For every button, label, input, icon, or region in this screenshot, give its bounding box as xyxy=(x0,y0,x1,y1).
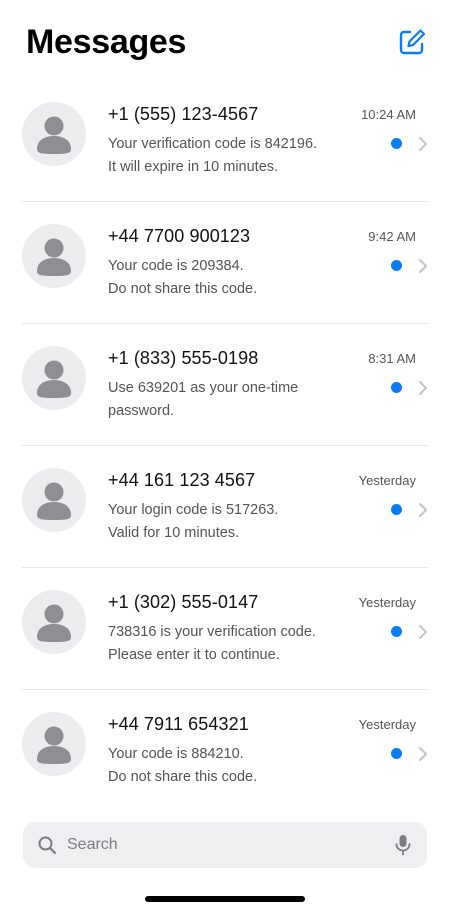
person-icon xyxy=(37,726,71,764)
compose-button[interactable] xyxy=(396,26,428,58)
conversation-row[interactable]: +1 (302) 555-0147 Yesterday 738316 is yo… xyxy=(0,568,450,690)
message-preview: Your verification code is 842196. It wil… xyxy=(108,133,358,179)
preview-line: Your code is 209384. xyxy=(108,258,244,274)
avatar xyxy=(22,346,86,410)
unread-indicator xyxy=(391,748,402,759)
timestamp: 8:31 AM xyxy=(368,351,416,366)
preview-line: Do not share this code. xyxy=(108,281,258,297)
search-bar[interactable]: Search xyxy=(23,822,427,868)
preview-line: It will expire in 10 minutes. xyxy=(108,159,279,175)
page-title: Messages xyxy=(26,23,187,61)
person-icon xyxy=(37,604,71,642)
search-input[interactable]: Search xyxy=(67,835,118,855)
message-preview: Your login code is 517263. Valid for 10 … xyxy=(108,499,358,545)
sender-name: +44 161 123 4567 xyxy=(108,470,256,490)
preview-line: Your code is 884210. xyxy=(108,746,244,762)
unread-indicator xyxy=(391,382,402,393)
unread-indicator xyxy=(391,626,402,637)
conversation-row[interactable]: +1 (555) 123-4567 10:24 AM Your verifica… xyxy=(0,80,450,202)
avatar xyxy=(22,102,86,166)
avatar xyxy=(22,224,86,288)
preview-line: Your verification code is 842196. xyxy=(108,136,318,152)
timestamp: Yesterday xyxy=(358,717,416,732)
conversation-row[interactable]: +44 7700 900123 9:42 AM Your code is 209… xyxy=(0,202,450,324)
avatar xyxy=(22,712,86,776)
preview-line: Do not share this code. xyxy=(108,769,258,785)
unread-indicator xyxy=(391,504,402,515)
chevron-right-icon xyxy=(418,624,428,640)
avatar xyxy=(22,468,86,532)
timestamp: 9:42 AM xyxy=(368,229,416,244)
timestamp: Yesterday xyxy=(358,473,416,488)
preview-line: Use 639201 as your one-time xyxy=(108,380,299,396)
home-indicator[interactable] xyxy=(145,896,305,902)
compose-icon xyxy=(399,29,426,55)
sender-name: +44 7700 900123 xyxy=(108,226,251,246)
chevron-right-icon xyxy=(418,258,428,274)
header: Messages xyxy=(0,0,450,80)
message-preview: Your code is 209384. Do not share this c… xyxy=(108,255,358,301)
chevron-right-icon xyxy=(418,136,428,152)
chevron-right-icon xyxy=(418,502,428,518)
sender-name: +1 (302) 555-0147 xyxy=(108,592,259,612)
unread-indicator xyxy=(391,260,402,271)
sender-name: +1 (555) 123-4567 xyxy=(108,104,259,124)
conversation-row[interactable]: +1 (833) 555-0198 8:31 AM Use 639201 as … xyxy=(0,324,450,446)
microphone-icon[interactable] xyxy=(395,834,411,856)
sender-name: +1 (833) 555-0198 xyxy=(108,348,259,368)
message-preview: Your code is 884210. Do not share this c… xyxy=(108,743,358,789)
chevron-right-icon xyxy=(418,746,428,762)
preview-line: Valid for 10 minutes. xyxy=(108,525,240,541)
conversation-row[interactable]: +44 161 123 4567 Yesterday Your login co… xyxy=(0,446,450,568)
timestamp: 10:24 AM xyxy=(361,107,416,122)
unread-indicator xyxy=(391,138,402,149)
search-icon xyxy=(37,835,57,855)
message-preview: 738316 is your verification code. Please… xyxy=(108,621,358,667)
timestamp: Yesterday xyxy=(358,595,416,610)
chevron-right-icon xyxy=(418,380,428,396)
avatar xyxy=(22,590,86,654)
preview-line: 738316 is your verification code. xyxy=(108,624,316,640)
sender-name: +44 7911 654321 xyxy=(108,714,249,734)
preview-line: password. xyxy=(108,403,175,419)
preview-line: Your login code is 517263. xyxy=(108,502,279,518)
conversation-row[interactable]: +44 7911 654321 Yesterday Your code is 8… xyxy=(0,690,450,812)
person-icon xyxy=(37,482,71,520)
message-preview: Use 639201 as your one-time password. xyxy=(108,377,358,423)
person-icon xyxy=(37,360,71,398)
conversation-list: +1 (555) 123-4567 10:24 AM Your verifica… xyxy=(0,80,450,812)
person-icon xyxy=(37,116,71,154)
preview-line: Please enter it to continue. xyxy=(108,647,280,663)
person-icon xyxy=(37,238,71,276)
